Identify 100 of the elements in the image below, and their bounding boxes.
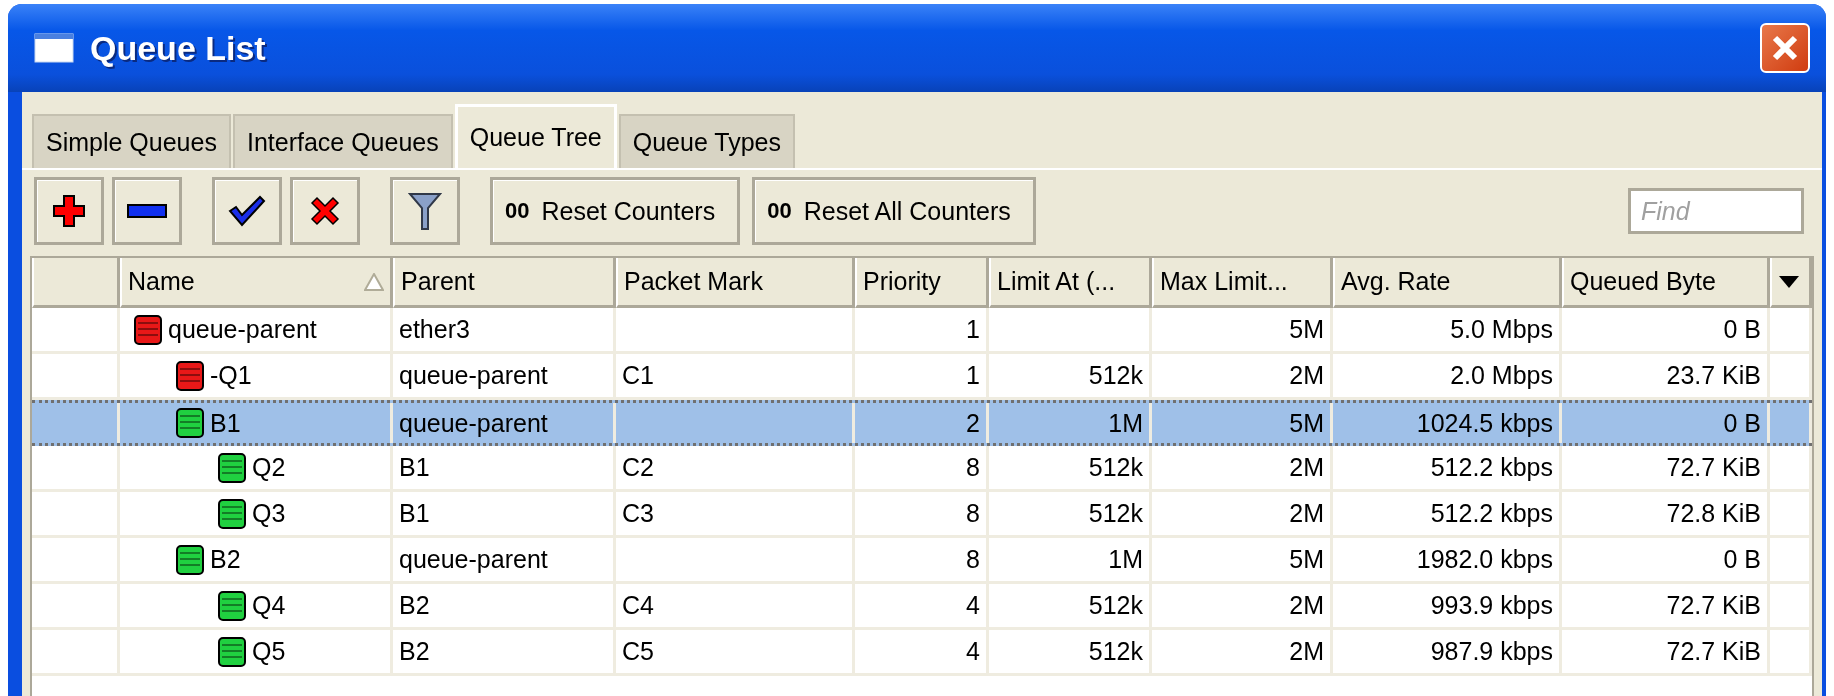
table-cell: 512k [989,492,1152,538]
table-cell: 8 [855,446,989,492]
add-button[interactable] [34,177,104,245]
table-cell: 5M [1152,538,1333,584]
table-row[interactable]: queue-parent ether3 1 5M 5.0 Mbps 0 B [32,308,1812,354]
table-cell: 1 [855,308,989,354]
column-label: Priority [863,267,942,296]
queue-name: Q5 [252,637,286,666]
plus-icon [51,193,87,229]
column-header[interactable]: Limit At (... [989,258,1152,308]
table-cell: B1 [393,492,616,538]
enable-button[interactable] [212,177,282,245]
column-label: Parent [401,267,476,296]
queue-name: queue-parent [168,315,317,344]
queue-name: B1 [210,408,241,438]
filter-icon [408,191,442,231]
table-cell: 512k [989,630,1152,676]
queue-name: B2 [210,545,241,574]
table-cell: ether3 [393,308,616,354]
window-title: Queue List [90,28,266,68]
queue-name: -Q1 [210,361,252,390]
table-cell: 2.0 Mbps [1333,354,1562,400]
table-cell: 5.0 Mbps [1333,308,1562,354]
filter-button[interactable] [390,177,460,245]
remove-button[interactable] [112,177,182,245]
tab[interactable]: Queue Types [618,114,796,168]
table-cell: queue-parent [393,538,616,584]
cross-icon [308,194,342,228]
disable-button[interactable] [290,177,360,245]
table-cell: 8 [855,538,989,584]
table-cell: C5 [616,630,855,676]
table-cell: C3 [616,492,855,538]
tab[interactable]: Queue Tree [454,104,617,168]
column-header[interactable]: Packet Mark [616,258,855,308]
table-row[interactable]: B1 queue-parent 2 1M 5M 1024.5 kbps 0 B [32,400,1812,446]
table-cell: B1 [393,446,616,492]
search-field[interactable]: Find [1628,188,1804,234]
column-header[interactable]: Avg. Rate [1333,258,1562,308]
table-cell: 987.9 kbps [1333,630,1562,676]
column-header[interactable]: Name [120,258,393,308]
column-label: Queued Byte [1570,267,1717,296]
table-cell: 72.7 KiB [1562,446,1770,492]
table-cell: B2 [393,630,616,676]
table-cell: 72.7 KiB [1562,584,1770,630]
table-row[interactable]: Q2 B1 C2 8 512k 2M 512.2 kbps 72.7 KiB [32,446,1812,492]
table-cell: 0 B [1562,538,1770,584]
table-cell: 1M [989,538,1152,584]
check-icon [228,195,266,227]
table-row[interactable]: -Q1 queue-parent C1 1 512k 2M 2.0 Mbps 23.7 KiB [32,354,1812,400]
column-label: Max Limit... [1160,267,1289,296]
table-cell: queue-parent [393,354,616,400]
toolbar-button[interactable]: 00 Reset Counters [490,177,741,245]
table-cell: B2 [393,584,616,630]
table-cell: 23.7 KiB [1562,354,1770,400]
table-cell: 512k [989,584,1152,630]
table-cell: 512.2 kbps [1333,446,1562,492]
table-cell: 512.2 kbps [1333,492,1562,538]
table-cell: C4 [616,584,855,630]
table-cell: 72.7 KiB [1562,630,1770,676]
table-cell: 72.8 KiB [1562,492,1770,538]
window-icon [34,33,74,63]
table-cell: 512k [989,446,1152,492]
sort-icon [364,272,384,291]
column-label: Name [128,267,196,296]
table-cell: 1 [855,354,989,400]
table-row[interactable]: Q5 B2 C5 4 512k 2M 987.9 kbps 72.7 KiB [32,630,1812,676]
column-label: Limit At (... [997,267,1117,296]
column-label: Avg. Rate [1341,267,1452,296]
table-cell: C2 [616,446,855,492]
table-row[interactable]: Q3 B1 C3 8 512k 2M 512.2 kbps 72.8 KiB [32,492,1812,538]
tab[interactable]: Simple Queues [32,114,231,168]
table-cell: 2M [1152,630,1333,676]
table-cell: 8 [855,492,989,538]
table-row[interactable]: B2 queue-parent 8 1M 5M 1982.0 kbps 0 B [32,538,1812,584]
column-header[interactable]: Priority [855,258,989,308]
table-cell: 993.9 kbps [1333,584,1562,630]
minus-icon [127,203,167,219]
table-cell: 2M [1152,354,1333,400]
table-cell: 4 [855,584,989,630]
table-cell: 2M [1152,584,1333,630]
tab[interactable]: Interface Queues [232,114,453,168]
table-cell: 2M [1152,492,1333,538]
table-cell: 0 B [1562,308,1770,354]
column-menu-button[interactable] [1770,258,1812,308]
queue-name: Q4 [252,591,286,620]
column-header[interactable]: Queued Byte [1562,258,1770,308]
toolbar-button[interactable]: 00 Reset All Counters [752,177,1036,245]
column-header[interactable]: Max Limit... [1152,258,1333,308]
table-row[interactable]: Q4 B2 C4 4 512k 2M 993.9 kbps 72.7 KiB [32,584,1812,630]
column-label: Packet Mark [624,267,764,296]
table-cell: 4 [855,630,989,676]
column-header[interactable]: Parent [393,258,616,308]
table-cell: C1 [616,354,855,400]
table-cell: 5M [1152,308,1333,354]
close-button[interactable] [1760,23,1810,73]
dropdown-icon [1778,274,1800,289]
table-cell: 512k [989,354,1152,400]
table-cell: 1982.0 kbps [1333,538,1562,584]
queue-name: Q2 [252,453,286,482]
queue-name: Q3 [252,499,286,528]
